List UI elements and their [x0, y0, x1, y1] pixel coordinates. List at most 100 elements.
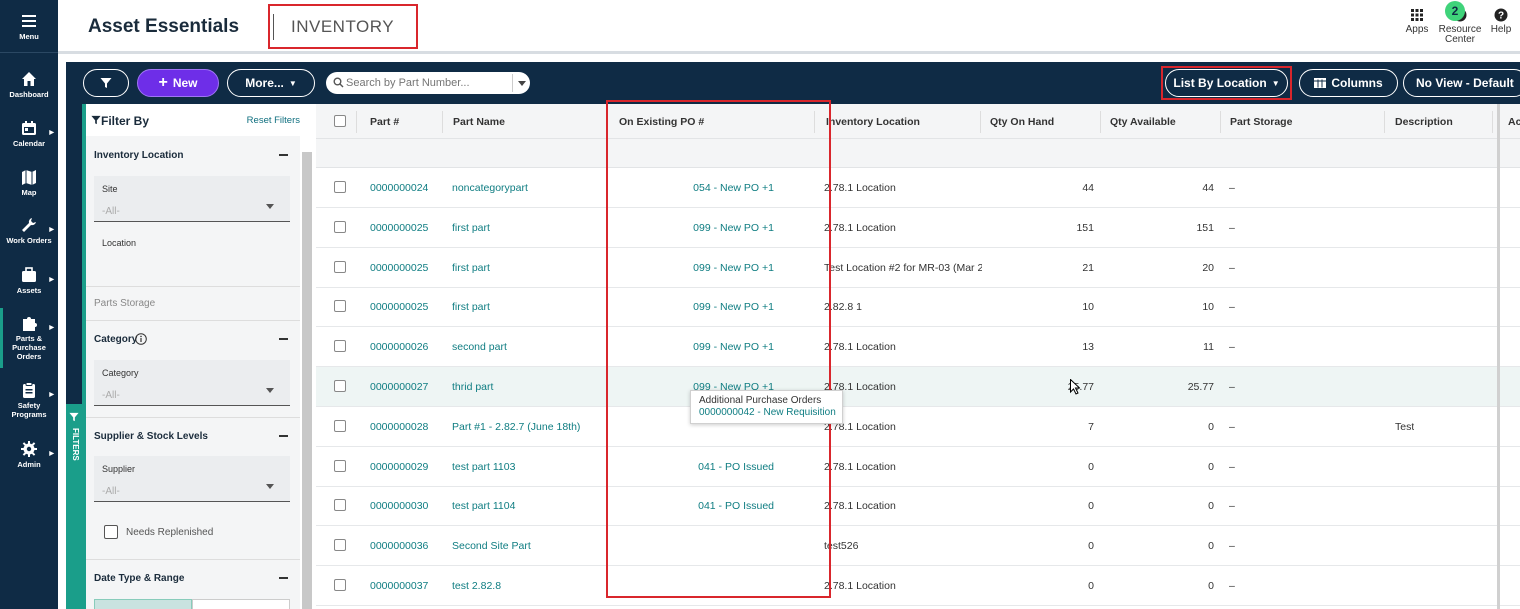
row-checkbox[interactable] [334, 419, 346, 432]
part-number-link[interactable]: 0000000030 [370, 500, 428, 512]
wrench-icon [22, 218, 36, 232]
col-part-number[interactable]: Part # [370, 116, 399, 128]
part-name-link[interactable]: thrid part [452, 381, 602, 393]
row-checkbox[interactable] [334, 380, 346, 392]
nav-admin[interactable]: Admin ▶ [0, 440, 58, 469]
new-button[interactable]: + New [137, 69, 219, 97]
table-row[interactable]: 0000000027 thrid part 099 - New PO +1 2.78.… [316, 367, 1520, 407]
nav-dashboard[interactable]: Dashboard [0, 70, 58, 99]
part-number-link[interactable]: 0000000024 [370, 182, 428, 194]
part-number-link[interactable]: 0000000025 [370, 222, 428, 234]
supplier-select[interactable]: Supplier -All- [94, 456, 290, 502]
table-row[interactable]: 0000000024 noncategorypart 054 - New PO +1… [316, 168, 1520, 208]
part-name-link[interactable]: noncategorypart [452, 182, 602, 194]
part-name-link[interactable]: test part 1103 [452, 461, 602, 473]
part-name-link[interactable]: first part [452, 301, 602, 313]
part-number-link[interactable]: 0000000029 [370, 461, 428, 473]
info-icon[interactable] [135, 333, 147, 345]
row-checkbox[interactable] [334, 499, 346, 512]
select-all-checkbox[interactable] [334, 115, 346, 127]
table-row[interactable]: 0000000025 first part 099 - New PO +1 2.82.… [316, 287, 1520, 328]
columns-button[interactable]: Columns [1299, 69, 1398, 97]
row-checkbox[interactable] [334, 579, 346, 591]
site-select[interactable]: Site -All- [94, 176, 290, 222]
col-on-existing-po[interactable]: On Existing PO # [619, 116, 704, 128]
collapse-section-icon[interactable] [279, 338, 288, 340]
part-name-link[interactable]: second part [452, 341, 602, 353]
col-qty-available[interactable]: Qty Available [1110, 116, 1176, 128]
nav-work-orders[interactable]: Work Orders ▶ [0, 216, 58, 245]
nav-caret-icon: ▶ [49, 227, 54, 233]
nav-map[interactable]: Map [0, 168, 58, 197]
search-input[interactable] [346, 75, 506, 91]
nav-safety-programs[interactable]: Safety Programs ▶ [0, 381, 58, 419]
part-number-link[interactable]: 0000000028 [370, 421, 428, 433]
apps-button[interactable]: Apps [1402, 6, 1432, 35]
table-row[interactable]: 0000000036 Second Site Part test526 0 0 – [316, 526, 1520, 567]
filter-scrollbar[interactable] [302, 152, 312, 609]
part-name-link[interactable]: Part #1 - 2.82.7 (June 18th) [452, 421, 602, 433]
inventory-location-cell: 2.78.1 Location [824, 580, 896, 592]
part-name-link[interactable]: test part 1104 [452, 500, 602, 512]
part-number-link[interactable]: 0000000027 [370, 381, 428, 393]
part-number-link[interactable]: 0000000025 [370, 262, 428, 274]
date-type-toggle-left[interactable] [94, 599, 192, 609]
po-link[interactable]: 099 - New PO +1 [616, 341, 774, 353]
chevron-down-icon [266, 388, 274, 393]
collapse-section-icon[interactable] [279, 435, 288, 437]
po-link[interactable]: 041 - PO Issued [616, 461, 774, 473]
part-number-link[interactable]: 0000000025 [370, 301, 428, 313]
table-row[interactable]: 0000000025 first part 099 - New PO +1 2.78.… [316, 208, 1520, 248]
reset-filters-link[interactable]: Reset Filters [247, 115, 300, 126]
more-button[interactable]: More... ▼ [227, 69, 315, 97]
po-link[interactable]: 099 - New PO +1 [616, 222, 774, 234]
row-checkbox[interactable] [334, 220, 346, 233]
col-part-storage[interactable]: Part Storage [1230, 116, 1292, 128]
table-row[interactable]: 0000000030 test part 1104 041 - PO Issued 2… [316, 486, 1520, 527]
table-row[interactable]: 0000000026 second part 099 - New PO +1 2.78… [316, 327, 1520, 368]
part-name-link[interactable]: test 2.82.8 [452, 580, 602, 592]
nav-parts-purchase-orders[interactable]: Parts & Purchase Orders ▶ [0, 308, 58, 368]
nav-assets[interactable]: Assets ▶ [0, 266, 58, 295]
table-row[interactable]: 0000000037 test 2.82.8 2.78.1 Location 0 0 – [316, 566, 1520, 606]
po-link[interactable]: 054 - New PO +1 [616, 182, 774, 194]
col-inventory-location[interactable]: Inventory Location [826, 116, 920, 128]
po-link[interactable]: 041 - PO Issued [616, 500, 774, 512]
row-checkbox[interactable] [334, 459, 346, 472]
part-number-link[interactable]: 0000000026 [370, 341, 428, 353]
date-type-toggle-right[interactable] [192, 599, 290, 609]
category-select[interactable]: Category -All- [94, 360, 290, 406]
view-selector-button[interactable]: No View - Default ▼ [1403, 69, 1520, 97]
part-number-link[interactable]: 0000000037 [370, 580, 428, 592]
search-dropdown-button[interactable] [512, 74, 530, 92]
part-number-link[interactable]: 0000000036 [370, 540, 428, 552]
row-checkbox[interactable] [334, 260, 346, 273]
part-name-link[interactable]: first part [452, 262, 602, 274]
po-link[interactable]: 099 - New PO +1 [616, 301, 774, 313]
nav-calendar[interactable]: Calendar ▶ [0, 119, 58, 148]
row-checkbox[interactable] [334, 340, 346, 353]
resource-center-button[interactable]: 2 Resource Center [1436, 1, 1484, 45]
col-part-name[interactable]: Part Name [453, 116, 505, 128]
part-name-link[interactable]: first part [452, 222, 602, 234]
col-actions[interactable]: Ac [1508, 116, 1520, 128]
part-name-link[interactable]: Second Site Part [452, 540, 602, 552]
filter-button[interactable] [83, 69, 129, 97]
row-checkbox[interactable] [334, 300, 346, 313]
needs-replenished-checkbox[interactable] [104, 525, 118, 539]
menu-button[interactable]: Menu [0, 12, 58, 41]
row-checkbox[interactable] [334, 539, 346, 552]
collapse-section-icon[interactable] [279, 154, 288, 156]
tooltip-po-link[interactable]: 0000000042 - New Requisition [699, 407, 836, 419]
location-field[interactable]: Location [94, 230, 290, 286]
row-checkbox[interactable] [334, 181, 346, 193]
help-button[interactable]: ? Help [1488, 6, 1514, 35]
col-description[interactable]: Description [1395, 116, 1453, 128]
table-row[interactable]: 0000000029 test part 1103 041 - PO Issued 2… [316, 447, 1520, 487]
po-link[interactable]: 099 - New PO +1 [616, 262, 774, 274]
collapse-section-icon[interactable] [279, 577, 288, 579]
col-qty-on-hand[interactable]: Qty On Hand [990, 116, 1054, 128]
apps-label: Apps [1405, 24, 1429, 35]
table-row[interactable]: 0000000025 first part 099 - New PO +1 Test … [316, 248, 1520, 288]
table-row[interactable]: 0000000028 Part #1 - 2.82.7 (June 18th) 2.… [316, 407, 1520, 447]
